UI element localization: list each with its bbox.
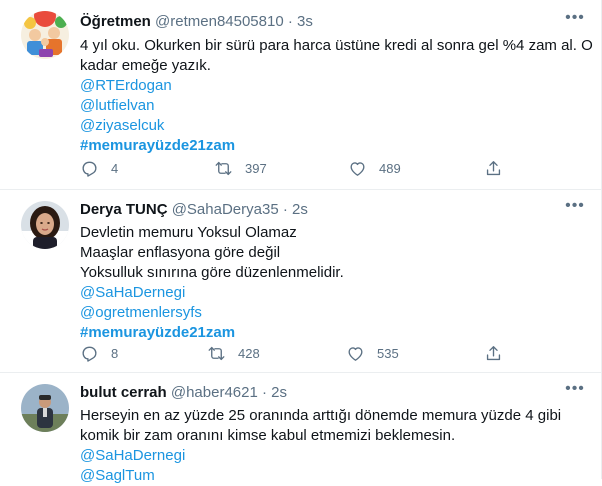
text-line: Yoksulluk sınırına göre düzenlenmelidir.	[80, 264, 344, 281]
timestamp[interactable]: 3s	[297, 13, 313, 30]
hashtag-link[interactable]: #memurayüzde21zam	[80, 136, 580, 156]
tweet-item[interactable]: Derya TUNÇ @SahaDerya35 · 2s ••• Devleti…	[0, 190, 601, 373]
share-button[interactable]	[484, 343, 503, 363]
mention-link[interactable]: @RTErdogan	[80, 76, 580, 96]
like-button[interactable]: 489	[348, 158, 401, 178]
tweet-item[interactable]: bulut cerrah @haber4621 · 2s ••• Herseyi…	[0, 373, 601, 484]
separator-dot: ·	[282, 201, 288, 218]
author-name[interactable]: Öğretmen	[80, 13, 151, 30]
timeline-feed: Öğretmen @retmen84505810 · 3s ••• 4 yıl …	[0, 0, 602, 484]
share-icon	[486, 160, 501, 175]
separator-dot: ·	[287, 13, 293, 30]
avatar[interactable]	[21, 11, 69, 59]
retweet-icon	[208, 346, 225, 360]
text-line: kadar emeğe yazık.	[80, 57, 211, 74]
mention-link[interactable]: @lutfielvan	[80, 96, 580, 116]
retweet-button[interactable]: 397	[214, 158, 267, 178]
heart-icon	[348, 346, 363, 361]
text-line: Herseyin en az yüzde 25 oranında arttığı…	[80, 407, 562, 424]
text-line: Devletin memuru Yoksul Olamaz	[80, 224, 297, 241]
tweet-header: bulut cerrah @haber4621 · 2s	[80, 383, 287, 403]
author-handle[interactable]: @retmen84505810	[155, 13, 284, 30]
text-line: 4 yıl oku. Okurken bir sürü para harca ü…	[80, 37, 593, 54]
mention-link[interactable]: @SaglTum	[80, 466, 580, 486]
share-button[interactable]	[484, 158, 503, 178]
retweet-count: 428	[238, 345, 260, 361]
tweet-text: 4 yıl oku. Okurken bir sürü para harca ü…	[80, 36, 593, 156]
tweet-header: Derya TUNÇ @SahaDerya35 · 2s	[80, 200, 308, 220]
retweet-button[interactable]: 428	[207, 343, 260, 363]
share-icon	[486, 345, 501, 360]
mention-link[interactable]: @SaHaDernegi	[80, 283, 580, 303]
reply-button[interactable]: 8	[80, 343, 118, 363]
reply-button[interactable]: 4	[80, 158, 118, 178]
tweet-text: Herseyin en az yüzde 25 oranında arttığı…	[80, 406, 580, 486]
timestamp[interactable]: 2s	[271, 384, 287, 401]
author-handle[interactable]: @SahaDerya35	[172, 201, 279, 218]
text-line: Maaşlar enflasyona göre değil	[80, 244, 281, 261]
heart-icon	[350, 161, 365, 176]
hashtag-link[interactable]: #memurayüzde21zam	[80, 323, 580, 343]
text-line: komik bir zam oranını kimse kabul etmemi…	[80, 427, 456, 444]
mention-link[interactable]: @SaHaDernegi	[80, 446, 580, 466]
retweet-icon	[215, 161, 232, 175]
more-options-icon[interactable]: •••	[565, 10, 585, 32]
mention-link[interactable]: @ziyaselcuk	[80, 116, 580, 136]
tweet-actions: 4 397 489	[80, 158, 520, 178]
more-options-icon[interactable]: •••	[565, 198, 585, 220]
author-handle[interactable]: @haber4621	[171, 384, 258, 401]
reply-count: 8	[111, 345, 119, 361]
tweet-header: Öğretmen @retmen84505810 · 3s	[80, 12, 313, 32]
timestamp[interactable]: 2s	[292, 201, 308, 218]
avatar[interactable]	[21, 201, 69, 249]
tweet-actions: 8 428 535	[80, 343, 520, 363]
like-count: 489	[379, 160, 401, 176]
more-options-icon[interactable]: •••	[565, 381, 585, 403]
reply-count: 4	[111, 160, 119, 176]
author-name[interactable]: bulut cerrah	[80, 384, 167, 401]
tweet-text: Devletin memuru Yoksul Olamaz Maaşlar en…	[80, 223, 580, 343]
author-name[interactable]: Derya TUNÇ	[80, 201, 168, 218]
like-count: 535	[377, 345, 399, 361]
retweet-count: 397	[245, 160, 267, 176]
mention-link[interactable]: @ogretmenlersyfs	[80, 303, 580, 323]
tweet-item[interactable]: Öğretmen @retmen84505810 · 3s ••• 4 yıl …	[0, 0, 601, 190]
like-button[interactable]: 535	[346, 343, 399, 363]
reply-icon	[82, 161, 97, 177]
separator-dot: ·	[262, 384, 267, 401]
avatar[interactable]	[21, 384, 69, 432]
reply-icon	[82, 346, 97, 362]
